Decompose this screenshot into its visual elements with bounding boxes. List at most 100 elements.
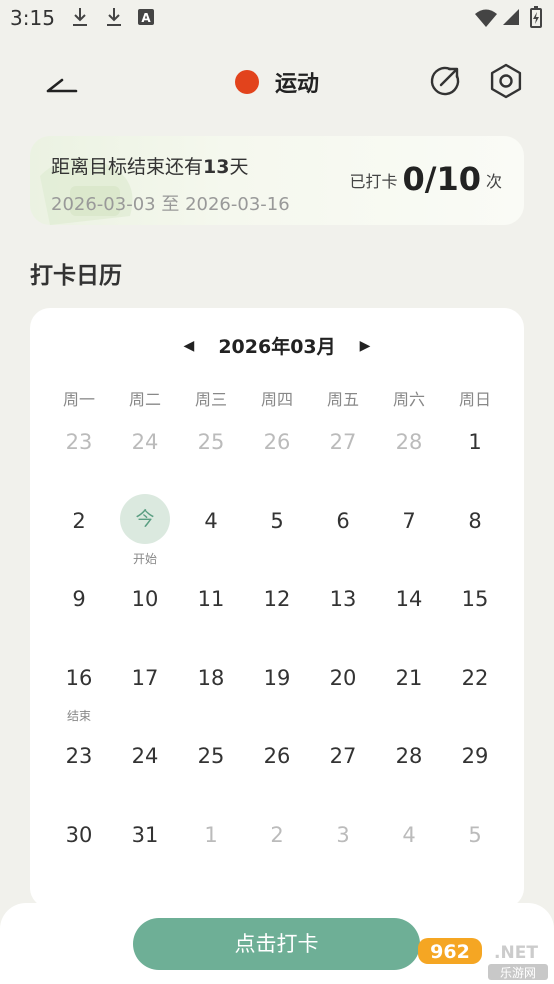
day-number: 6	[336, 508, 350, 533]
day-note: 结束	[66, 708, 91, 723]
remaining-days: 13	[203, 156, 230, 178]
calendar-grid: 23 24 25 26 27 28 1 2 今开始 4 5 6 7 8 9 10 11 12 13 14 15 16 结束 1…	[46, 422, 508, 893]
prev-month-button[interactable]: ◀	[178, 334, 201, 358]
remaining-suffix: 天	[229, 156, 249, 178]
goal-date-range: 2026-03-03 至 2026-03-16	[51, 190, 290, 216]
date-separator: 至	[161, 194, 180, 215]
day-number: 5	[468, 822, 482, 847]
day-number: 11	[197, 587, 225, 611]
gear-icon	[490, 63, 522, 99]
calendar-day[interactable]: 6	[310, 501, 376, 580]
day-number: 14	[395, 587, 423, 611]
calendar-day[interactable]: 21	[376, 658, 442, 737]
day-number: 13	[329, 587, 357, 611]
calendar-day[interactable]: 25	[178, 736, 244, 815]
font-icon: A	[138, 9, 154, 25]
calendar-day[interactable]: 15	[442, 579, 508, 658]
header: 运动	[0, 50, 554, 112]
calendar-day[interactable]: 22	[442, 658, 508, 737]
settings-button[interactable]	[487, 62, 525, 100]
day-number: 12	[263, 587, 291, 611]
share-button[interactable]	[426, 62, 464, 100]
triangle-right-icon: ▶	[359, 337, 371, 354]
calendar-day-other-month[interactable]: 24	[112, 422, 178, 501]
calendar-day[interactable]: 8	[442, 501, 508, 580]
day-number: 31	[131, 822, 159, 847]
calendar-day[interactable]: 14	[376, 579, 442, 658]
day-note: 开始	[132, 551, 157, 566]
calendar-day[interactable]: 19	[244, 658, 310, 737]
calendar-day[interactable]: 9	[46, 579, 112, 658]
next-month-button[interactable]: ▶	[354, 334, 377, 358]
day-number: 19	[263, 665, 291, 690]
calendar-day[interactable]: 18	[178, 658, 244, 737]
calendar-day[interactable]: 12	[244, 579, 310, 658]
calendar-day[interactable]: 28	[376, 736, 442, 815]
calendar-day-other-month[interactable]: 1	[178, 815, 244, 894]
day-number: 7	[402, 508, 416, 533]
month-label: 2026年03月	[218, 336, 336, 358]
calendar-day[interactable]: 31	[112, 815, 178, 894]
end-date: 2026-03-16	[185, 194, 290, 215]
calendar-day[interactable]: 2	[46, 501, 112, 580]
goal-card: 距离目标结束还有13天 2026-03-03 至 2026-03-16 已打卡 0…	[30, 136, 524, 225]
calendar-day[interactable]: 17	[112, 658, 178, 737]
weekday-label: 周六	[392, 390, 425, 409]
page-title: 运动	[274, 72, 319, 97]
day-number: 1	[468, 430, 482, 454]
weekday-label: 周日	[458, 390, 491, 409]
day-number: 2	[72, 508, 86, 533]
day-number: 4	[204, 508, 218, 533]
weekday-label: 周五	[326, 390, 359, 409]
checked-label: 已打卡	[349, 172, 398, 191]
calendar-day-other-month[interactable]: 4	[376, 815, 442, 894]
day-number: 30	[65, 822, 93, 847]
calendar-day[interactable]: 10	[112, 579, 178, 658]
battery-icon	[530, 6, 542, 28]
status-bar: 3:15 A	[0, 0, 554, 36]
calendar-day-other-month[interactable]: 28	[376, 422, 442, 501]
svg-text:.NET: .NET	[494, 943, 538, 963]
calendar-day[interactable]: 5	[244, 501, 310, 580]
day-number: 28	[395, 744, 423, 768]
calendar-card: ◀ 2026年03月 ▶ 周一 周二 周三 周四 周五 周六 周日 23 24 25 26 27 28 1 2…	[30, 308, 524, 908]
calendar-day[interactable]: 16 结束	[46, 658, 112, 737]
calendar-day-other-month[interactable]: 23	[46, 422, 112, 501]
calendar-day[interactable]: 29	[442, 736, 508, 815]
calendar-day-today[interactable]: 今开始	[112, 493, 178, 580]
calendar-day[interactable]: 23	[46, 736, 112, 815]
day-number: 23	[65, 430, 93, 454]
calendar-day-other-month[interactable]: 25	[178, 422, 244, 501]
calendar-day-other-month[interactable]: 2	[244, 815, 310, 894]
weekday-label: 周四	[260, 390, 293, 409]
checked-count: 0/10	[402, 160, 481, 198]
day-number: 今	[120, 493, 170, 544]
day-number: 16	[65, 665, 93, 690]
calendar-day[interactable]: 27	[310, 736, 376, 815]
weekday-header: 周一 周二 周三 周四 周五 周六 周日	[46, 386, 508, 412]
calendar-day[interactable]: 4	[178, 501, 244, 580]
day-number: 9	[72, 587, 86, 611]
habit-color-dot	[234, 70, 259, 94]
day-number: 2	[270, 822, 284, 847]
calendar-day[interactable]: 1	[442, 422, 508, 501]
calendar-day[interactable]: 26	[244, 736, 310, 815]
day-number: 28	[395, 430, 423, 454]
day-number: 24	[131, 430, 159, 454]
checkin-button[interactable]: 点击打卡	[133, 918, 420, 970]
calendar-day[interactable]: 20	[310, 658, 376, 737]
calendar-day-other-month[interactable]: 5	[442, 815, 508, 894]
calendar-day[interactable]: 30	[46, 815, 112, 894]
day-number: 27	[329, 430, 357, 454]
calendar-day[interactable]: 11	[178, 579, 244, 658]
svg-text:962: 962	[430, 941, 470, 963]
calendar-day[interactable]: 13	[310, 579, 376, 658]
calendar-day[interactable]: 24	[112, 736, 178, 815]
calendar-day[interactable]: 7	[376, 501, 442, 580]
day-number: 5	[270, 508, 284, 533]
download-icon	[73, 8, 87, 26]
calendar-day-other-month[interactable]: 26	[244, 422, 310, 501]
calendar-day-other-month[interactable]: 3	[310, 815, 376, 894]
day-number: 25	[197, 430, 225, 454]
calendar-day-other-month[interactable]: 27	[310, 422, 376, 501]
